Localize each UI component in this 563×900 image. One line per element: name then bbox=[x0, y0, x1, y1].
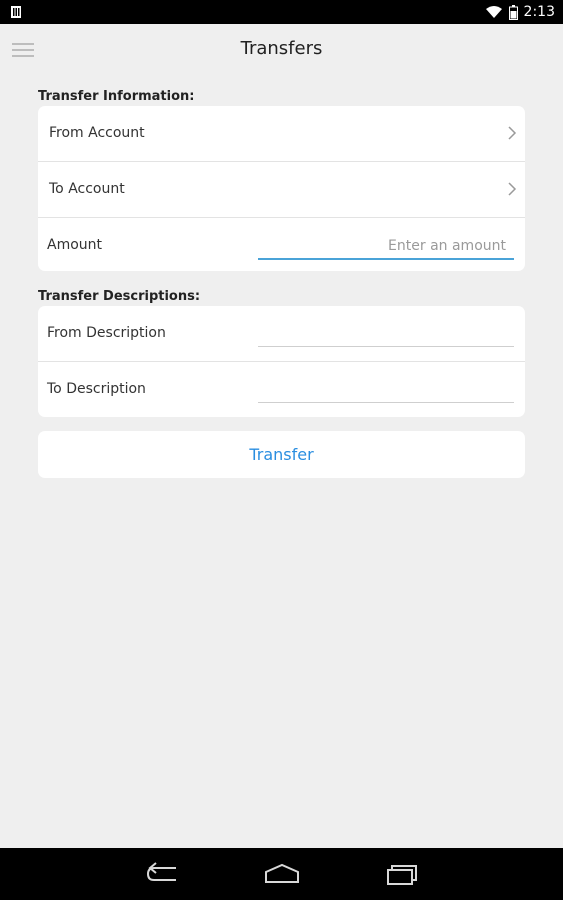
amount-row: Amount bbox=[38, 218, 525, 271]
transfer-information-label: Transfer Information: bbox=[38, 89, 195, 104]
transfer-descriptions-card: From Description To Description bbox=[38, 306, 525, 417]
status-bar: 2:13 bbox=[0, 0, 563, 24]
to-account-label: To Account bbox=[49, 181, 125, 197]
recent-apps-icon[interactable] bbox=[382, 860, 422, 888]
chevron-right-icon bbox=[508, 182, 517, 196]
home-icon[interactable] bbox=[262, 860, 302, 888]
battery-icon bbox=[508, 4, 518, 20]
to-description-input[interactable] bbox=[258, 378, 514, 403]
sim-card-icon bbox=[11, 6, 21, 18]
chevron-right-icon bbox=[508, 126, 517, 140]
transfer-information-card: From Account To Account Amount bbox=[38, 106, 525, 271]
amount-input[interactable] bbox=[258, 234, 514, 260]
back-icon[interactable] bbox=[142, 860, 182, 888]
navigation-bar bbox=[0, 848, 563, 900]
app-header: Transfers bbox=[0, 24, 563, 76]
from-description-input[interactable] bbox=[258, 322, 514, 347]
transfer-button[interactable]: Transfer bbox=[38, 431, 525, 478]
to-description-label: To Description bbox=[47, 381, 146, 397]
to-account-row[interactable]: To Account bbox=[38, 162, 525, 218]
from-description-row: From Description bbox=[38, 306, 525, 362]
to-description-row: To Description bbox=[38, 362, 525, 417]
page-title: Transfers bbox=[240, 38, 323, 59]
from-account-label: From Account bbox=[49, 125, 145, 141]
from-description-label: From Description bbox=[47, 325, 166, 341]
wifi-icon bbox=[485, 6, 502, 18]
amount-label: Amount bbox=[47, 237, 103, 253]
status-time: 2:13 bbox=[523, 4, 555, 20]
from-account-row[interactable]: From Account bbox=[38, 106, 525, 162]
transfer-descriptions-label: Transfer Descriptions: bbox=[38, 289, 201, 304]
